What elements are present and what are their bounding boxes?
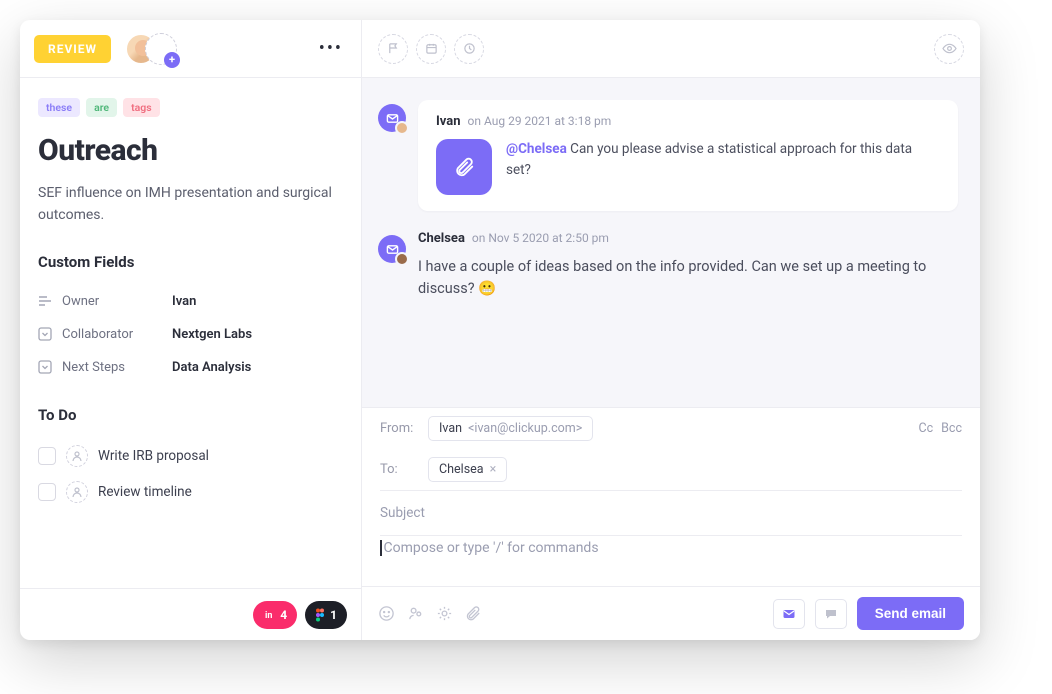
custom-field-value: Ivan	[172, 294, 196, 309]
custom-field-label: Collaborator	[62, 327, 172, 342]
attachment-icon[interactable]	[436, 139, 492, 195]
from-chip[interactable]: Ivan <ivan@clickup.com>	[428, 416, 593, 441]
custom-fields-heading: Custom Fields	[38, 253, 343, 271]
todo-label: Review timeline	[98, 484, 192, 500]
todo-item[interactable]: Review timeline	[38, 474, 343, 510]
left-footer: in 4 1	[20, 588, 361, 640]
message-meta: Chelsea on Nov 5 2020 at 2:50 pm	[418, 231, 958, 246]
message-text: @Chelsea Can you please advise a statist…	[506, 139, 940, 181]
compose-footer: Send email	[362, 586, 980, 640]
message-card[interactable]: Ivan on Aug 29 2021 at 3:18 pm @Chelsea …	[418, 100, 958, 211]
assignee-placeholder-icon[interactable]	[66, 481, 88, 503]
message-thread: Ivan on Aug 29 2021 at 3:18 pm @Chelsea …	[362, 78, 980, 407]
custom-field-row[interactable]: Next Steps Data Analysis	[38, 351, 343, 384]
from-name: Ivan	[439, 421, 462, 436]
emoji-icon[interactable]	[378, 605, 395, 622]
watch-icon[interactable]	[934, 34, 964, 64]
todo-item[interactable]: Write IRB proposal	[38, 438, 343, 474]
clock-icon[interactable]	[454, 34, 484, 64]
app-window: REVIEW + ••• these are tags Outreach SEF…	[20, 20, 980, 640]
integration-pill-invision[interactable]: in 4	[253, 601, 297, 629]
calendar-icon[interactable]	[416, 34, 446, 64]
checkbox[interactable]	[38, 483, 56, 501]
right-pane: Ivan on Aug 29 2021 at 3:18 pm @Chelsea …	[362, 20, 980, 640]
figma-icon	[315, 608, 325, 622]
mention-icon[interactable]	[407, 605, 424, 622]
message-timestamp: on Aug 29 2021 at 3:18 pm	[468, 114, 612, 128]
page-description: SEF influence on IMH presentation and su…	[38, 182, 343, 227]
bcc-button[interactable]: Bcc	[941, 421, 962, 436]
mention[interactable]: @Chelsea	[506, 141, 567, 157]
subject-input[interactable]: Subject	[362, 491, 980, 535]
cc-button[interactable]: Cc	[918, 421, 933, 436]
from-email: <ivan@clickup.com>	[468, 421, 582, 436]
email-badge-icon	[378, 104, 406, 132]
more-menu-button[interactable]: •••	[315, 34, 347, 63]
message-meta: Ivan on Aug 29 2021 at 3:18 pm	[436, 114, 940, 129]
left-header: REVIEW + •••	[20, 20, 361, 78]
send-email-button[interactable]: Send email	[857, 597, 964, 630]
right-header	[362, 20, 980, 78]
invision-icon: in	[263, 609, 275, 621]
remove-chip-icon[interactable]: ×	[490, 462, 497, 477]
compose-panel: From: Ivan <ivan@clickup.com> Cc Bcc To:…	[362, 407, 980, 640]
email-badge-icon	[378, 235, 406, 263]
status-badge[interactable]: REVIEW	[34, 35, 111, 63]
message: Ivan on Aug 29 2021 at 3:18 pm @Chelsea …	[378, 100, 958, 211]
lines-icon	[38, 294, 52, 308]
left-body: these are tags Outreach SEF influence on…	[20, 78, 361, 520]
message-timestamp: on Nov 5 2020 at 2:50 pm	[472, 231, 609, 245]
todo-label: Write IRB proposal	[98, 448, 209, 464]
comment-mode-button[interactable]	[815, 599, 847, 629]
custom-field-row[interactable]: Collaborator Nextgen Labs	[38, 318, 343, 351]
todo-heading: To Do	[38, 406, 343, 424]
tag[interactable]: these	[38, 98, 80, 117]
message-author: Ivan	[436, 114, 461, 129]
to-name: Chelsea	[439, 462, 484, 477]
to-chip[interactable]: Chelsea ×	[428, 457, 507, 482]
gear-icon[interactable]	[436, 605, 453, 622]
custom-field-row[interactable]: Owner Ivan	[38, 285, 343, 318]
left-pane: REVIEW + ••• these are tags Outreach SEF…	[20, 20, 362, 640]
from-label: From:	[380, 421, 428, 436]
custom-field-value: Nextgen Labs	[172, 327, 252, 342]
email-mode-button[interactable]	[773, 599, 805, 629]
custom-field-label: Next Steps	[62, 360, 172, 375]
pill-count: 1	[330, 608, 337, 622]
dropdown-icon	[38, 327, 52, 341]
assignee-avatars[interactable]: +	[125, 33, 177, 65]
compose-body[interactable]: Compose or type '/' for commands	[362, 536, 980, 586]
message: Chelsea on Nov 5 2020 at 2:50 pm I have …	[378, 231, 958, 301]
todo-list: Write IRB proposal Review timeline	[38, 438, 343, 510]
integration-pill-figma[interactable]: 1	[305, 601, 347, 629]
pill-count: 4	[280, 608, 287, 622]
tag[interactable]: are	[86, 98, 117, 117]
message-text: I have a couple of ideas based on the in…	[418, 256, 958, 301]
tag[interactable]: tags	[123, 98, 160, 117]
compose-placeholder: Compose or type '/' for commands	[384, 540, 599, 556]
to-label: To:	[380, 462, 428, 477]
dropdown-icon	[38, 360, 52, 374]
tags-row: these are tags	[38, 98, 343, 117]
custom-field-label: Owner	[62, 294, 172, 309]
to-row: To: Chelsea ×	[362, 449, 980, 490]
svg-text:in: in	[265, 611, 272, 621]
page-title: Outreach	[38, 133, 343, 168]
flag-icon[interactable]	[378, 34, 408, 64]
add-assignee-button[interactable]: +	[145, 33, 177, 65]
plus-icon: +	[164, 52, 180, 68]
from-row: From: Ivan <ivan@clickup.com> Cc Bcc	[362, 408, 980, 449]
custom-field-value: Data Analysis	[172, 360, 251, 375]
paperclip-icon[interactable]	[465, 605, 482, 622]
assignee-placeholder-icon[interactable]	[66, 445, 88, 467]
checkbox[interactable]	[38, 447, 56, 465]
message-author: Chelsea	[418, 231, 465, 246]
